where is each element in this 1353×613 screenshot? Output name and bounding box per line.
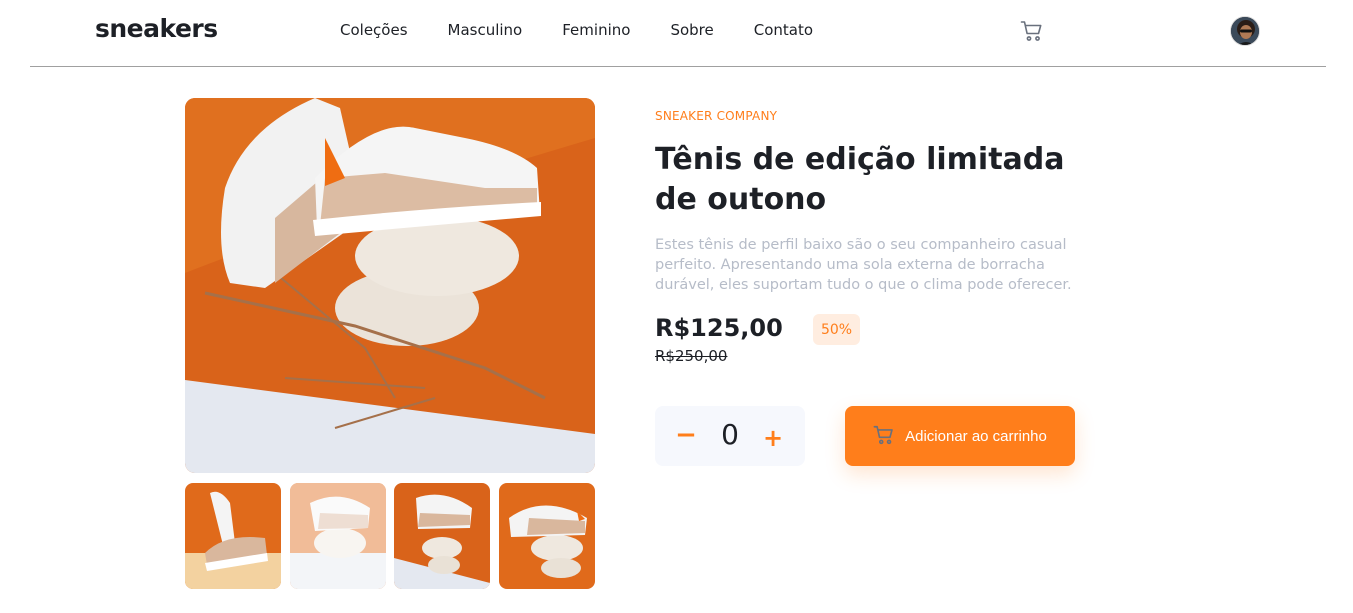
nav-item-women[interactable]: Feminino: [562, 21, 630, 39]
site-header: sneakers Coleções Masculino Feminino Sob…: [30, 0, 1326, 67]
discount-badge: 50%: [813, 314, 860, 345]
avatar[interactable]: [1230, 16, 1260, 46]
brand-label: SNEAKER COMPANY: [655, 109, 778, 123]
add-to-cart-button[interactable]: Adicionar ao carrinho: [845, 406, 1075, 466]
thumbnail-2[interactable]: [289, 483, 386, 589]
current-price: R$125,00: [655, 314, 783, 342]
thumbnail-3[interactable]: [394, 483, 491, 589]
nav-item-collections[interactable]: Coleções: [340, 21, 408, 39]
thumbnail-1[interactable]: [185, 483, 281, 589]
quantity-value: 0: [721, 418, 739, 451]
cart-icon: [873, 424, 895, 449]
nav-item-about[interactable]: Sobre: [670, 21, 713, 39]
logo[interactable]: sneakers: [95, 14, 218, 43]
thumbnail-4[interactable]: [498, 483, 595, 589]
product-title: Tênis de edição limitada de outono: [655, 142, 1065, 217]
main-nav: Coleções Masculino Feminino Sobre Contat…: [340, 21, 853, 39]
add-to-cart-label: Adicionar ao carrinho: [905, 427, 1047, 445]
quantity-stepper: − 0 +: [655, 406, 805, 466]
product-description: Estes tênis de perfil baixo são o seu co…: [655, 237, 1072, 293]
thumbnail-list: [185, 483, 595, 589]
cart-icon[interactable]: [1020, 19, 1044, 43]
nav-item-men[interactable]: Masculino: [448, 21, 523, 39]
increase-quantity-button[interactable]: +: [762, 423, 784, 453]
original-price: R$250,00: [655, 347, 728, 365]
decrease-quantity-button[interactable]: −: [675, 420, 697, 450]
product-main-image[interactable]: [185, 98, 595, 473]
nav-item-contact[interactable]: Contato: [754, 21, 813, 39]
